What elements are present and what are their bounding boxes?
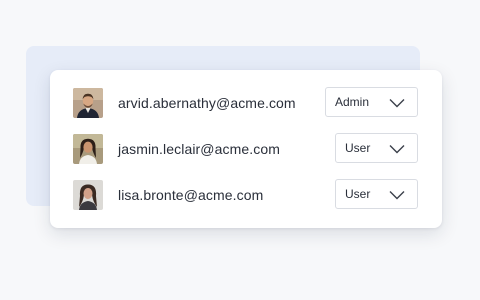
woman-portrait-icon xyxy=(73,180,103,210)
man-portrait-icon xyxy=(73,88,103,118)
role-value: Admin xyxy=(335,95,370,109)
role-value: User xyxy=(345,187,371,201)
avatar xyxy=(73,134,103,164)
role-dropdown[interactable]: User xyxy=(335,179,418,209)
user-row: lisa.bronte@acme.com User xyxy=(50,177,442,213)
woman-portrait-icon xyxy=(73,134,103,164)
chevron-down-icon xyxy=(389,145,405,154)
avatar xyxy=(73,88,103,118)
user-email: arvid.abernathy@acme.com xyxy=(118,95,296,111)
role-dropdown[interactable]: User xyxy=(335,133,418,163)
user-email: lisa.bronte@acme.com xyxy=(118,187,264,203)
role-dropdown[interactable]: Admin xyxy=(325,87,418,117)
role-value: User xyxy=(345,141,371,155)
user-row: jasmin.leclair@acme.com User xyxy=(50,131,442,167)
avatar xyxy=(73,180,103,210)
user-email: jasmin.leclair@acme.com xyxy=(118,141,280,157)
user-roles-card: arvid.abernathy@acme.com Admin jasmin.le… xyxy=(50,70,442,228)
chevron-down-icon xyxy=(389,191,405,200)
chevron-down-icon xyxy=(389,99,405,108)
user-row: arvid.abernathy@acme.com Admin xyxy=(50,85,442,121)
